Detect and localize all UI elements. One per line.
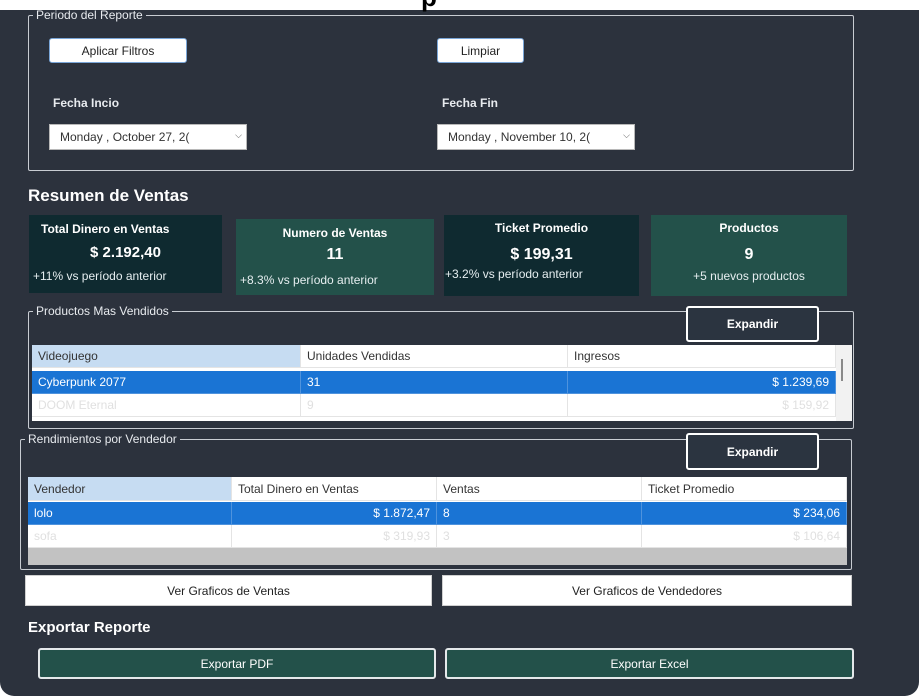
card-value: $ 199,31 [510, 246, 573, 263]
resumen-title: Resumen de Ventas [28, 186, 189, 205]
table-header: Videojuego Unidades Vendidas Ingresos [32, 345, 836, 368]
card-ticket-promedio: Ticket Promedio $ 199,31 +3.2% vs períod… [444, 215, 639, 296]
end-date-picker[interactable]: Monday , November 10, 2( ⌵ [437, 124, 635, 150]
card-value: 9 [744, 246, 754, 263]
table-cell: 9 [301, 394, 568, 417]
ver-graficos-vendedores-button[interactable]: Ver Graficos de Vendedores [442, 575, 852, 606]
table-row[interactable]: sofa $ 319,93 3 $ 106,64 [28, 525, 847, 548]
card-title: Numero de Ventas [282, 226, 388, 240]
exportar-pdf-button[interactable]: Exportar PDF [38, 648, 436, 679]
column-header[interactable]: Total Dinero en Ventas [232, 477, 437, 501]
clear-button[interactable]: Limpiar [437, 38, 524, 63]
apply-filters-button[interactable]: Aplicar Filtros [49, 38, 187, 63]
exportar-excel-button[interactable]: Exportar Excel [445, 648, 854, 679]
table-cell: $ 1.872,47 [232, 502, 437, 525]
table-cell: 31 [301, 371, 568, 394]
column-header[interactable]: Ingresos [568, 345, 836, 368]
card-title: Productos [719, 221, 779, 235]
table-cell: sofa [28, 525, 232, 548]
start-date-picker[interactable]: Monday , October 27, 2( ⌵ [49, 124, 247, 150]
table-cell: 8 [437, 502, 642, 525]
exportar-title: Exportar Reporte [28, 619, 151, 636]
card-subtitle: +11% vs período anterior [33, 269, 167, 283]
vendedores-table: Vendedor Total Dinero en Ventas Ventas T… [28, 477, 847, 565]
card-subtitle: +5 nuevos productos [693, 269, 805, 283]
table-row[interactable]: Cyberpunk 2077 31 $ 1.239,69 [32, 371, 836, 394]
horizontal-scrollbar[interactable] [28, 548, 847, 565]
table-cell: $ 319,93 [232, 525, 437, 548]
table-cell: DOOM Eternal [32, 394, 301, 417]
table-cell: $ 1.239,69 [568, 371, 836, 394]
periodo-legend: Periodo del Reporte [36, 8, 143, 22]
table-row[interactable]: lolo $ 1.872,47 8 $ 234,06 [28, 502, 847, 525]
scrollbar-thumb[interactable] [841, 359, 843, 381]
report-window: p Periodo del Reporte Aplicar Filtros Li… [0, 0, 919, 696]
column-header[interactable]: Vendedor [28, 477, 232, 501]
column-header[interactable]: Unidades Vendidas [301, 345, 568, 368]
table-cell: $ 159,92 [568, 394, 836, 417]
table-cell: lolo [28, 502, 232, 525]
productos-legend: Productos Mas Vendidos [36, 304, 169, 318]
card-productos: Productos 9 +5 nuevos productos [651, 215, 847, 296]
start-date-value: Monday , October 27, 2( [60, 130, 190, 144]
productos-expand-button[interactable]: Expandir [686, 306, 819, 342]
card-title: Ticket Promedio [494, 221, 589, 235]
card-subtitle: +3.2% vs período anterior [445, 267, 583, 281]
end-date-label: Fecha Fin [442, 96, 499, 110]
card-subtitle: +8.3% vs período anterior [240, 273, 378, 287]
card-value: $ 2.192,40 [90, 244, 161, 261]
table-cell: $ 106,64 [642, 525, 847, 548]
chevron-down-icon[interactable]: ⌵ [235, 130, 242, 141]
table-cell: 3 [437, 525, 642, 548]
start-date-label: Fecha Incio [53, 96, 120, 110]
table-cell: $ 234,06 [642, 502, 847, 525]
vendedores-expand-button[interactable]: Expandir [686, 433, 819, 470]
ver-graficos-ventas-button[interactable]: Ver Graficos de Ventas [25, 575, 432, 606]
vendedores-legend: Rendimientos por Vendedor [28, 432, 177, 446]
column-header[interactable]: Videojuego [32, 345, 301, 368]
productos-table: Videojuego Unidades Vendidas Ingresos Cy… [32, 345, 852, 421]
card-value: 11 [326, 246, 344, 263]
column-header[interactable]: Ventas [437, 477, 642, 501]
chevron-down-icon[interactable]: ⌵ [623, 130, 630, 141]
card-numero-ventas: Numero de Ventas 11 +8.3% vs período ant… [236, 219, 434, 295]
card-title: Total Dinero en Ventas [41, 222, 170, 236]
table-header: Vendedor Total Dinero en Ventas Ventas T… [28, 477, 847, 501]
end-date-value: Monday , November 10, 2( [448, 130, 591, 144]
card-total-dinero: Total Dinero en Ventas $ 2.192,40 +11% v… [29, 215, 222, 293]
vertical-scrollbar[interactable] [836, 345, 852, 421]
table-cell: Cyberpunk 2077 [32, 371, 301, 394]
column-header[interactable]: Ticket Promedio [642, 477, 847, 501]
table-row[interactable]: DOOM Eternal 9 $ 159,92 [32, 394, 836, 417]
